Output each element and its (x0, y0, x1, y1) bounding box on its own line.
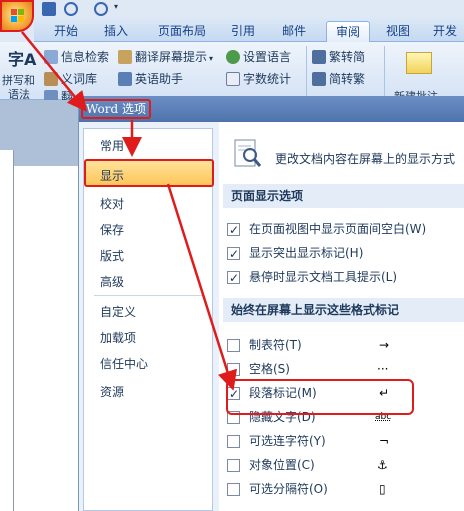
arrow-office-to-options (21, 31, 88, 112)
arrow-display-to-paragraph (166, 183, 238, 391)
annotation-arrows (21, 31, 238, 391)
